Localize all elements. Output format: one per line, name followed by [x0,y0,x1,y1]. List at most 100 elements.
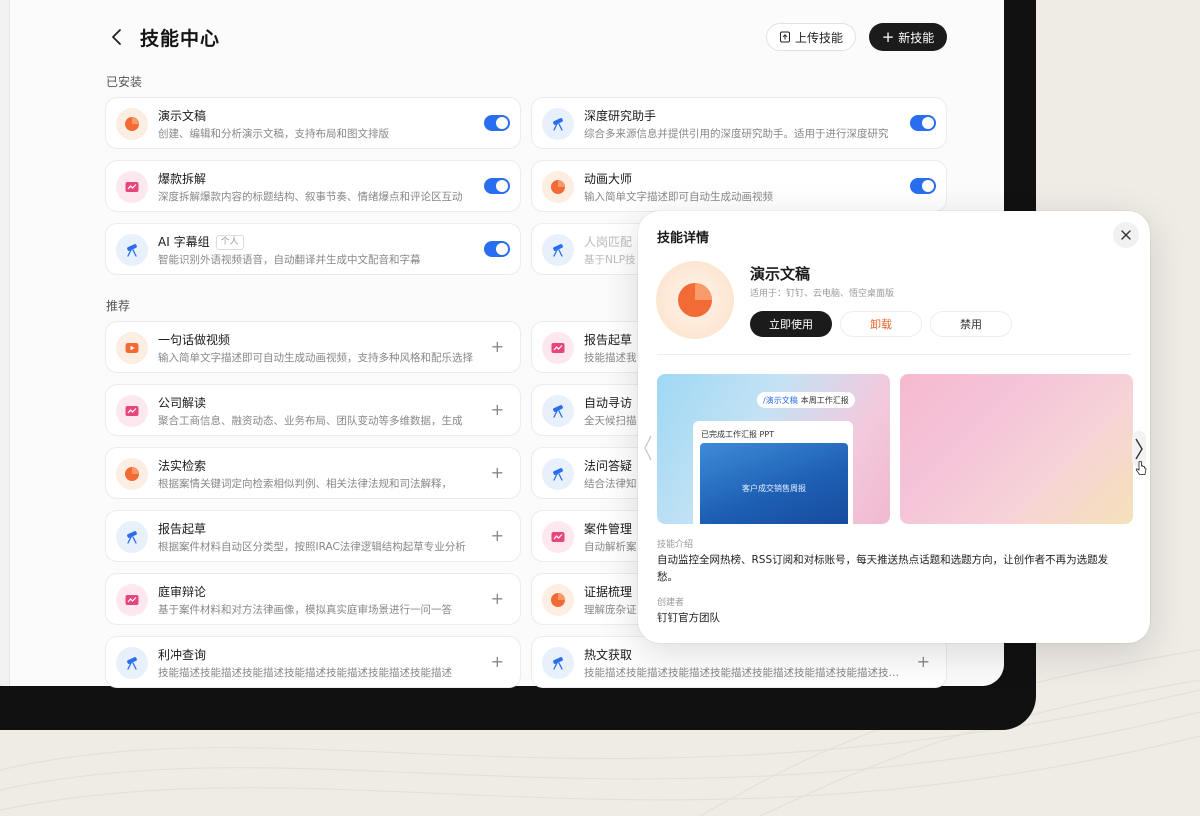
preview-prompt-pill: /演示文稿 本周工作汇报 [757,392,855,408]
enable-toggle[interactable] [484,241,510,257]
skill-detail-popup: 技能详情 演示文稿 适用于：钉钉、云电脑、悟空桌面版 立即使用 卸载 禁用 /演… [638,211,1150,643]
add-skill-icon[interactable]: + [491,653,504,671]
skill-card[interactable]: 一句话做视频 输入简单文字描述即可自动生成动画视频，支持多种风格和配乐选择 + [105,321,521,373]
skill-description: 输入简单文字描述即可自动生成动画视频 [584,191,773,203]
skill-name: 法实检索 [158,457,206,474]
left-sidebar: 9 [0,0,10,686]
skill-name: 一句话做视频 [158,331,230,348]
skill-description: 技能描述技能描述技能描述技能描述技能描述技能描述技能描述技能描述 [584,667,902,679]
add-skill-icon[interactable]: + [491,401,504,419]
add-skill-icon[interactable]: + [491,338,504,356]
skill-name: 证据梳理 [584,583,632,600]
enable-toggle[interactable] [910,115,936,131]
skill-description: 根据案件材料自动区分类型，按照IRAC法律逻辑结构起草专业分析 [158,541,466,553]
skill-card[interactable]: 动画大师输入简单文字描述即可自动生成动画视频 [531,160,947,212]
skill-name-text: 庭审辩论 [158,585,207,599]
screenshot-preview-2[interactable] [900,374,1133,524]
skill-name-text: 法问答疑 [584,459,633,473]
skill-name-text: 报告起草 [158,522,207,536]
skill-card[interactable]: 热文获取 技能描述技能描述技能描述技能描述技能描述技能描述技能描述技能描述 + [531,636,947,688]
plus-icon: + [881,28,895,46]
skill-name: 动画大师 [584,170,632,187]
skill-name: 演示文稿 [158,107,206,124]
new-skill-button[interactable]: + 新技能 [869,23,947,51]
skill-card[interactable]: 利冲查询 技能描述技能描述技能描述技能描述技能描述技能描述技能描述 + [105,636,521,688]
creator-label: 创建者 [657,598,685,608]
close-button[interactable] [1113,222,1139,248]
back-arrow-icon[interactable] [108,28,126,46]
skill-large-icon [656,261,734,339]
add-skill-icon[interactable]: + [491,527,504,545]
enable-toggle[interactable] [484,115,510,131]
new-skill-label: 新技能 [898,30,935,45]
skill-description: 基于案件材料和对方法律画像，模拟真实庭审场景进行一问一答 [158,604,452,616]
enable-toggle[interactable] [484,178,510,194]
skill-name: 庭审辩论 [158,583,206,600]
skill-description: 深度拆解爆款内容的标题结构、叙事节奏、情绪爆点和评论区互动 [158,191,463,203]
skill-name-text: AI 字幕组 [158,235,210,249]
carousel-prev-icon[interactable] [642,433,654,463]
skill-card[interactable]: 演示文稿 创建、编辑和分析演示文稿，支持布局和图文排版 [105,97,521,149]
skill-description: 技能描述技能描述技能描述技能描述技能描述技能描述技能描述 [158,667,452,679]
skill-name: 公司解读 [158,394,206,411]
uninstall-button[interactable]: 卸载 [840,311,922,337]
telescope-icon [542,395,574,427]
telescope-icon [542,108,574,140]
skill-card[interactable]: 庭审辩论基于案件材料和对方法律画像，模拟真实庭审场景进行一问一答 + [105,573,521,625]
skill-card[interactable]: 法实检索根据案情关键词定向检索相似判例、相关法律法规和司法解释， + [105,447,521,499]
hand-cursor-icon [1135,461,1147,475]
creator-name: 钉钉官方团队 [657,612,720,624]
skill-name: 人岗匹配 [584,233,632,250]
close-icon [1121,230,1131,240]
skill-card[interactable]: AI 字幕组 个人 智能识别外语视频语音，自动翻译并生成中文配音和字幕 [105,223,521,275]
skill-name: 报告起草 [158,520,206,537]
preview-panel: 已完成工作汇报 PPT 客户成交销售周报 [693,421,853,524]
skill-name: 自动寻访 [584,394,632,411]
upload-skill-button[interactable]: 上传技能 [766,23,856,51]
enable-toggle[interactable] [910,178,936,194]
skill-card[interactable]: 公司解读 聚合工商信息、融资动态、业务布局、团队变动等多维数据，生成 + [105,384,521,436]
ppt-pie-icon [678,283,712,317]
preview-skill-tag: /演示文稿 [763,395,798,405]
skill-name: 报告起草 [584,331,632,348]
screenshot-preview-1[interactable]: /演示文稿 本周工作汇报 已完成工作汇报 PPT 客户成交销售周报 [657,374,890,524]
ppt-pie-icon [116,458,148,490]
skill-card[interactable]: 爆款拆解深度拆解爆款内容的标题结构、叙事节奏、情绪爆点和评论区互动 [105,160,521,212]
skill-name-text: 一句话做视频 [158,333,231,347]
telescope-icon [116,234,148,266]
section-installed-label: 已安装 [106,75,143,89]
skill-name-text: 演示文稿 [158,109,207,123]
skill-name: AI 字幕组 个人 [158,233,244,250]
skill-description: 根据案情关键词定向检索相似判例、相关法律法规和司法解释， [158,478,452,490]
popup-title: 技能详情 [657,231,710,246]
skill-description: 综合多来源信息并提供引用的深度研究助手。适用于进行深度研究 [584,128,889,140]
detail-applies-to: 适用于：钉钉、云电脑、悟空桌面版 [750,289,895,299]
user-avatar-badge[interactable]: 9 [0,682,4,686]
add-skill-icon[interactable]: + [491,464,504,482]
preview-slide: 客户成交销售周报 [700,443,848,524]
preview-panel-title: 已完成工作汇报 PPT [701,430,775,439]
ppt-pie-icon [542,171,574,203]
use-now-button[interactable]: 立即使用 [750,311,832,337]
skill-name-text: 自动寻访 [584,396,633,410]
add-skill-icon[interactable]: + [491,590,504,608]
disable-button[interactable]: 禁用 [930,311,1012,337]
chart-icon [542,521,574,553]
skill-name-text: 爆款拆解 [158,172,207,186]
skill-name-text: 动画大师 [584,172,633,186]
section-recommended-label: 推荐 [106,299,131,313]
skill-name-text: 证据梳理 [584,585,633,599]
telescope-icon [542,234,574,266]
telescope-icon [116,647,148,679]
add-skill-icon[interactable]: + [917,653,930,671]
intro-text: 自动监控全网热榜、RSS订阅和对标账号，每天推送热点话题和选题方向，让创作者不再… [657,554,1109,583]
skill-name: 案件管理 [584,520,632,537]
chart-icon [116,171,148,203]
skill-name: 法问答疑 [584,457,632,474]
skill-name: 深度研究助手 [584,107,656,124]
skill-card[interactable]: 深度研究助手综合多来源信息并提供引用的深度研究助手。适用于进行深度研究 [531,97,947,149]
skill-card[interactable]: 报告起草根据案件材料自动区分类型，按照IRAC法律逻辑结构起草专业分析 + [105,510,521,562]
detail-skill-name: 演示文稿 [750,265,811,283]
page-title: 技能中心 [140,28,221,50]
personal-tag: 个人 [215,235,244,250]
